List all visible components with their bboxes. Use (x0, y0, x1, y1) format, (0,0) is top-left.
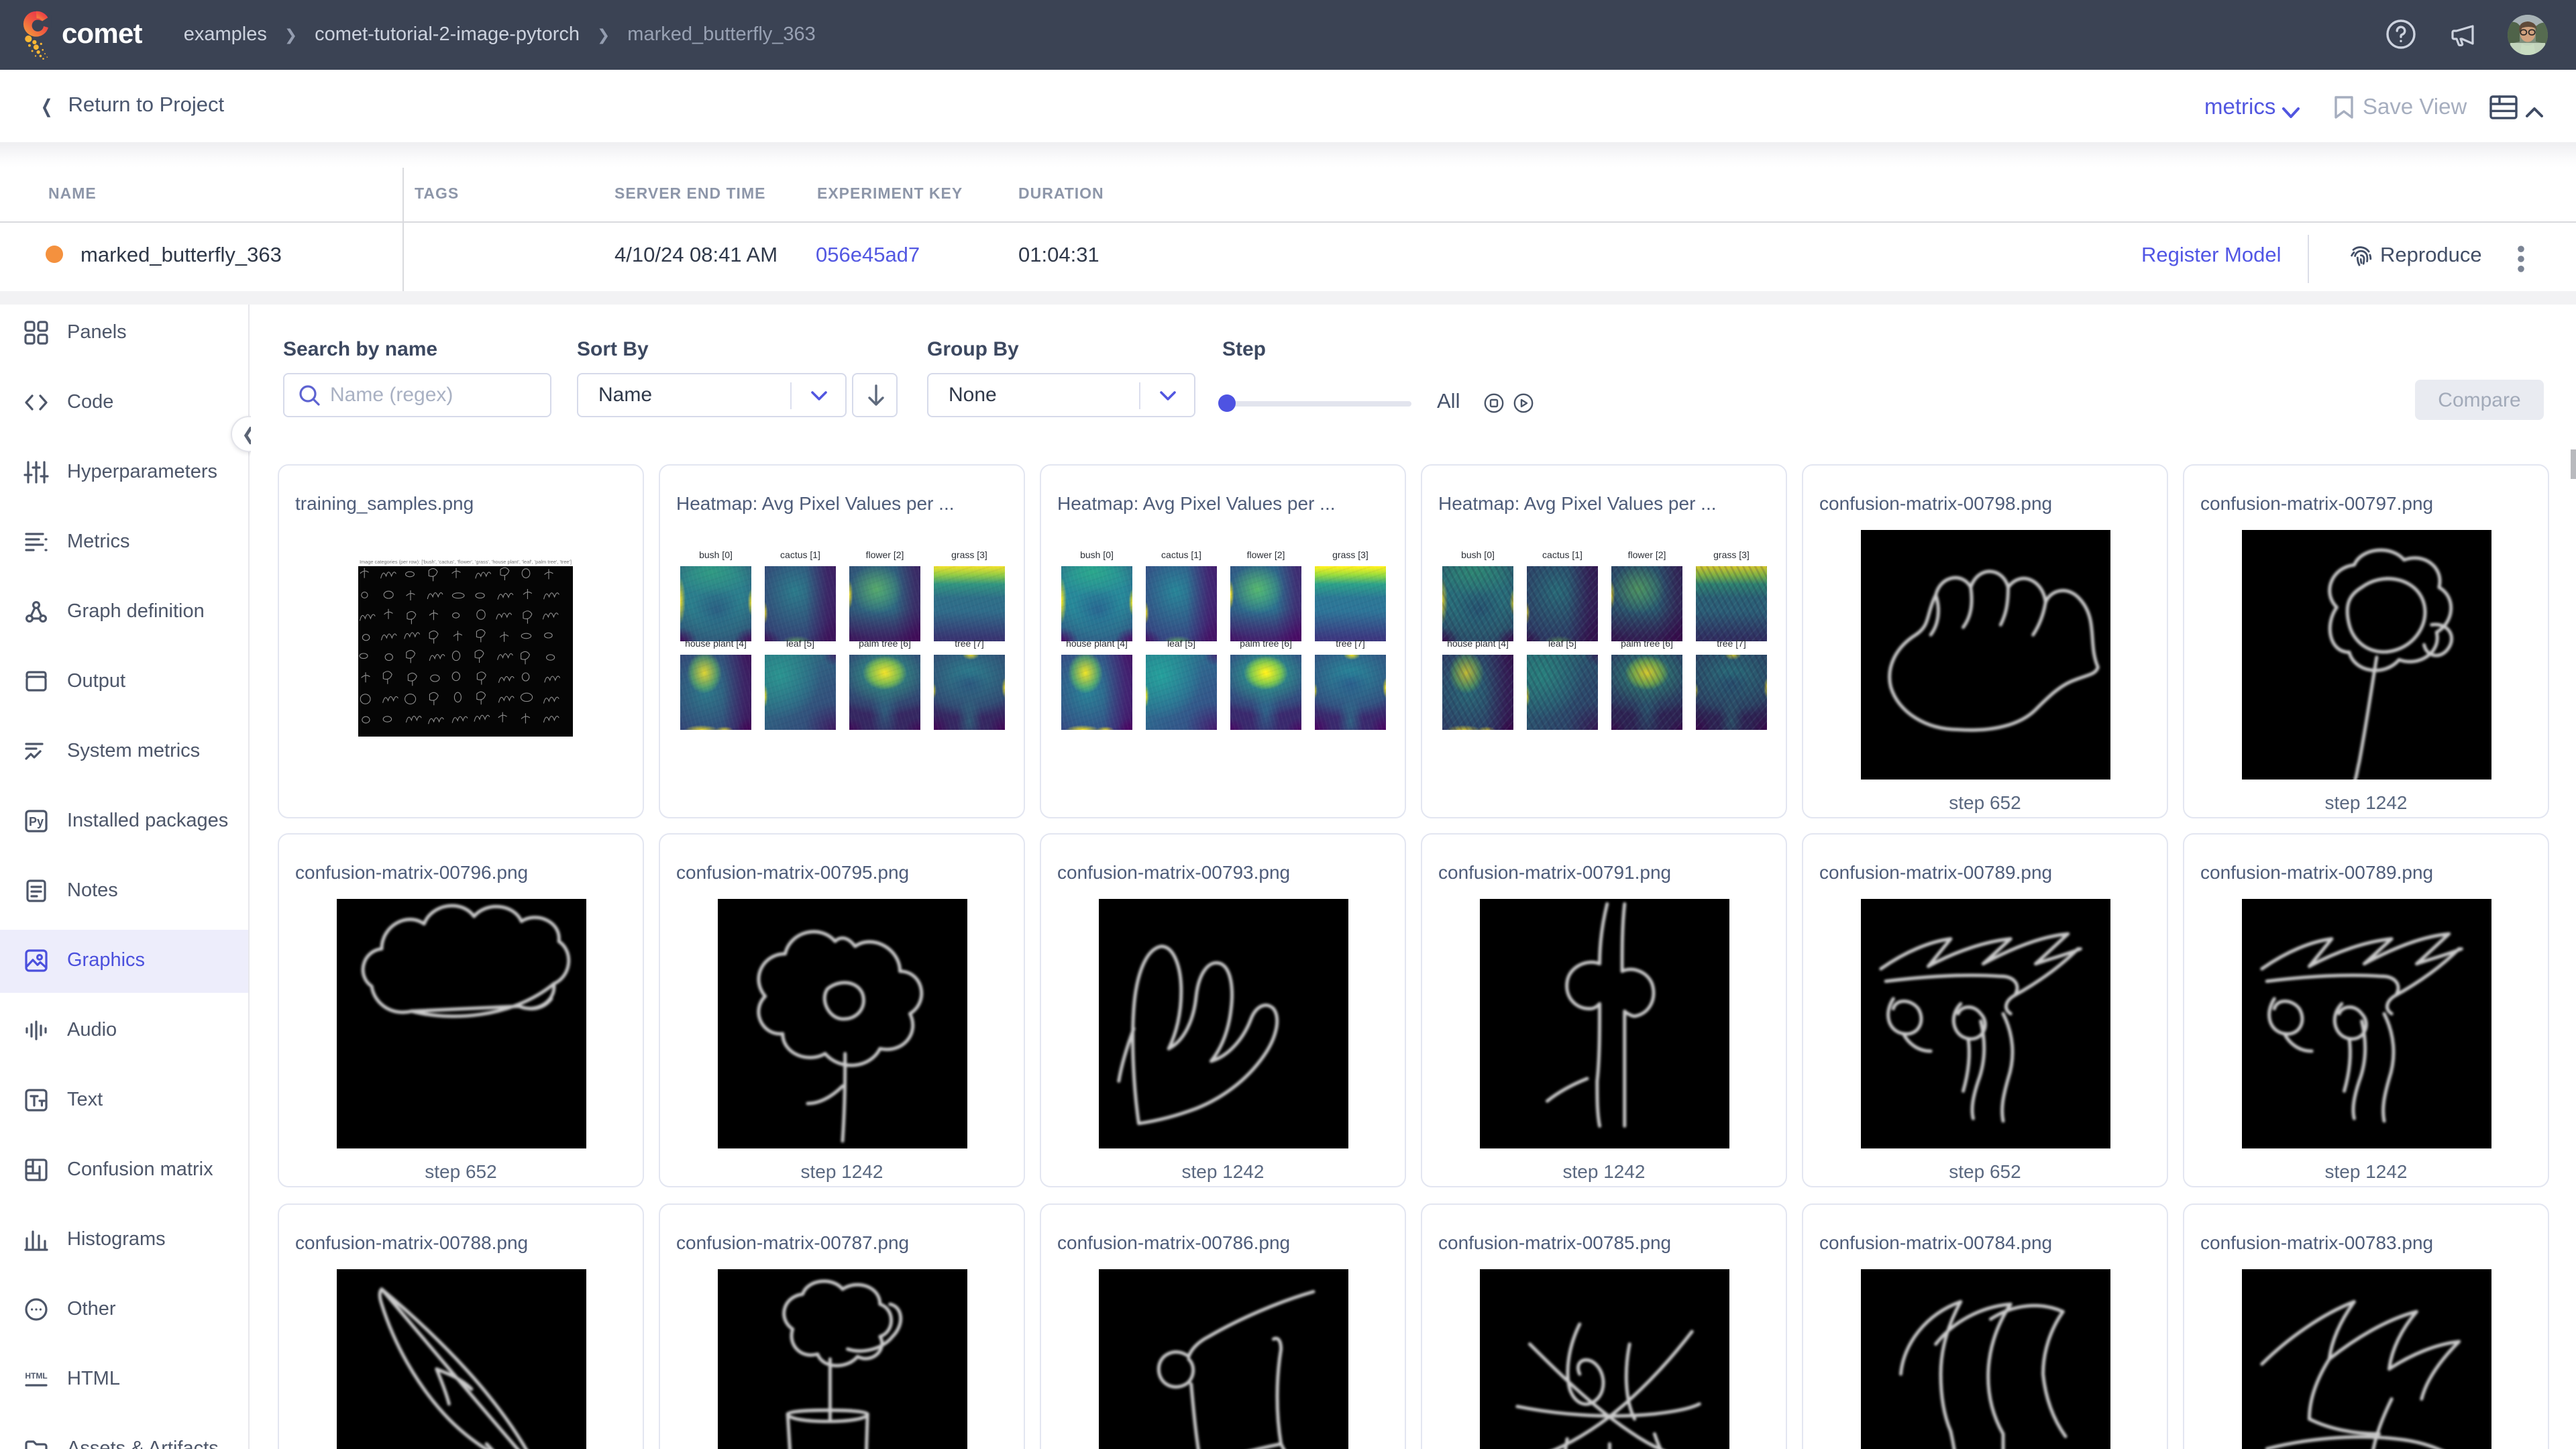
svg-text:Py: Py (29, 815, 44, 828)
svg-text:HTML: HTML (25, 1371, 47, 1381)
